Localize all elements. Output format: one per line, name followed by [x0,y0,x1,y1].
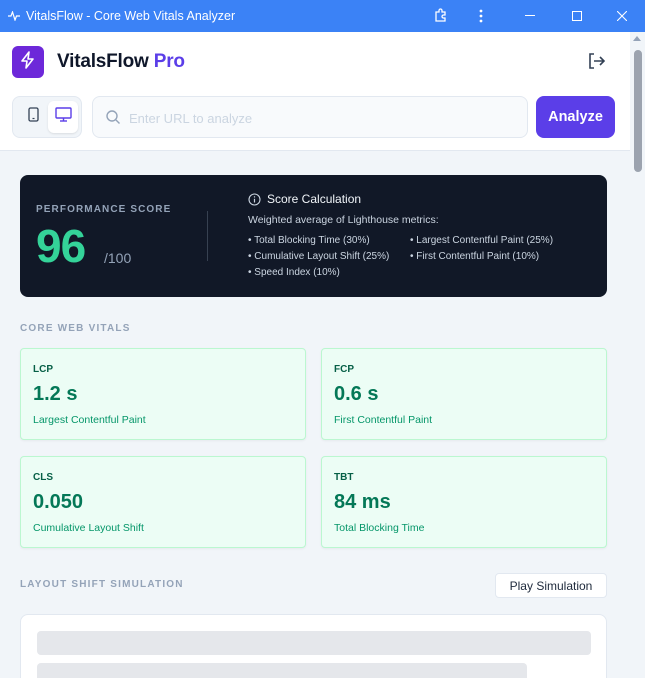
metric-value: 0.050 [33,491,84,513]
score-max: /100 [104,250,132,266]
device-toggle [12,96,82,138]
metric-name: Total Blocking Time [334,522,425,534]
skeleton-bar [37,631,591,655]
metric-card-lcp: LCP 1.2 s Largest Contentful Paint [20,348,306,440]
brand-logo [12,46,44,78]
window-title: VitalsFlow - Core Web Vitals Analyzer [26,9,236,23]
mobile-device-button[interactable] [18,101,48,133]
metric-name: Cumulative Layout Shift [33,522,144,534]
metric-abbr: CLS [33,472,53,483]
metric-name: First Contentful Paint [334,414,433,426]
performance-score-card: PERFORMANCE SCORE 96 /100 Score Calculat… [20,175,607,297]
metric-value: 84 ms [334,491,391,513]
metric-name: Largest Contentful Paint [33,414,146,426]
metric-card-cls: CLS 0.050 Cumulative Layout Shift [20,456,306,548]
brand-name: VitalsFlow Pro [57,51,185,73]
metric-abbr: FCP [334,364,354,375]
weight-item: • Largest Contentful Paint (25%) [410,235,554,246]
logout-icon [586,51,606,76]
weight-item: • Speed Index (10%) [248,267,340,278]
search-icon [105,109,121,130]
score-label: PERFORMANCE SCORE [36,204,172,215]
calc-title-text: Score Calculation [267,192,362,206]
monitor-icon [54,107,72,127]
metric-abbr: TBT [334,472,354,483]
window-titlebar: VitalsFlow - Core Web Vitals Analyzer [0,0,645,32]
score-value: 96 [36,220,86,272]
more-menu-icon[interactable] [458,0,504,32]
weight-item: • Total Blocking Time (30%) [248,235,370,246]
brand-pro-label: Pro [153,51,185,72]
metric-value: 1.2 s [33,383,78,405]
core-web-vitals-heading: CORE WEB VITALS [20,323,131,334]
layout-shift-heading: LAYOUT SHIFT SIMULATION [20,579,184,590]
metric-value: 0.6 s [334,383,379,405]
metric-card-fcp: FCP 0.6 s First Contentful Paint [321,348,607,440]
divider [207,211,208,261]
lightning-icon [20,50,36,74]
minimize-button[interactable] [507,0,553,32]
metric-abbr: LCP [33,364,53,375]
scroll-up-arrow-icon[interactable] [633,36,641,41]
weight-item: • First Contentful Paint (10%) [410,251,540,262]
simulation-preview [20,614,607,678]
play-simulation-button[interactable]: Play Simulation [495,573,607,598]
logout-button[interactable] [585,52,607,74]
pulse-icon [6,8,22,24]
url-input[interactable] [129,103,519,133]
skeleton-bar [37,663,527,678]
smartphone-icon [27,107,39,127]
brand-title: VitalsFlow [57,51,149,72]
app-header: VitalsFlow Pro Analyze [0,32,630,151]
url-search-box [92,96,528,138]
score-calculation-title: Score Calculation [248,192,361,206]
metric-card-tbt: TBT 84 ms Total Blocking Time [321,456,607,548]
scrollbar-thumb[interactable] [634,50,642,172]
close-button[interactable] [599,0,645,32]
info-icon [248,192,261,206]
score-calculation-desc: Weighted average of Lighthouse metrics: [248,214,439,226]
analyze-button[interactable]: Analyze [536,96,615,138]
desktop-device-button[interactable] [48,101,78,133]
maximize-button[interactable] [554,0,600,32]
vertical-scrollbar[interactable] [630,32,645,678]
weight-item: • Cumulative Layout Shift (25%) [248,251,390,262]
